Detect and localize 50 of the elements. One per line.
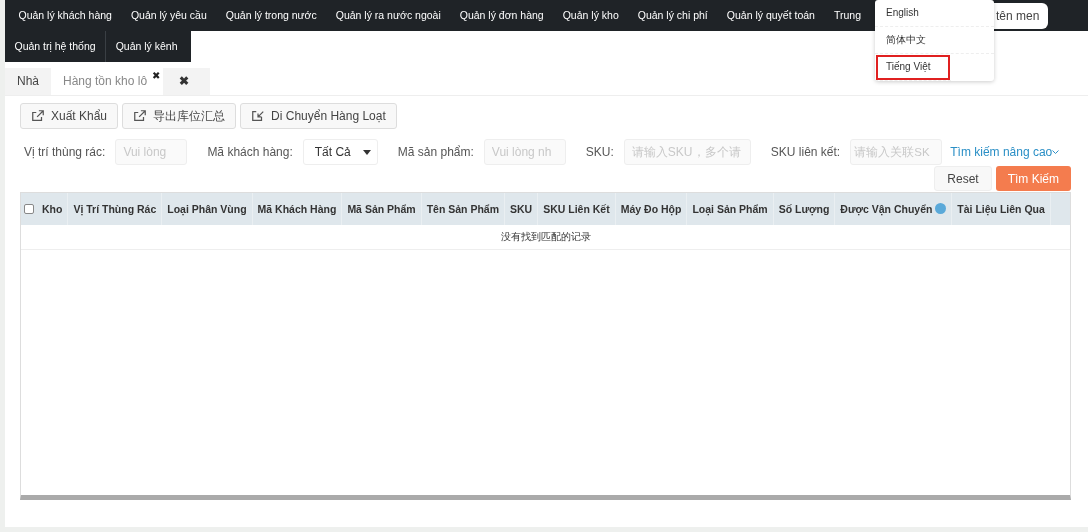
header-label: Được Vận Chuyển <box>840 203 933 215</box>
nav-item[interactable]: Quản lý ra nước ngoài <box>326 0 451 31</box>
nav-item[interactable]: Quản lý khách hàng <box>9 0 122 31</box>
column-header: Mã Khách Hàng <box>252 193 343 225</box>
nav-item[interactable]: Quản lý chi phí <box>628 0 718 31</box>
help-icon[interactable] <box>935 203 947 214</box>
column-header: Tên Sản Phẩm <box>421 193 505 225</box>
filter-label: SKU liên kết: <box>770 144 841 161</box>
column-header: Loại Sản Phẩm <box>687 193 774 225</box>
nav-item[interactable]: Quản lý kênh <box>105 31 187 62</box>
export-icon <box>31 109 45 123</box>
column-header: Tài Liệu Liên Qua <box>952 193 1051 225</box>
nav-item[interactable]: Quản lý đơn hàng <box>450 0 554 31</box>
empty-message: 没有找到匹配的记录 <box>21 225 1070 250</box>
language-option[interactable]: English <box>875 0 994 27</box>
column-header: Loại Phân Vùng <box>162 193 253 225</box>
nav-item[interactable]: Quản trị hệ thống <box>5 31 106 62</box>
caret-icon <box>362 149 371 155</box>
column-header: Mã Sản Phẩm <box>342 193 422 225</box>
filter-label: Mã sản phẩm: <box>397 144 474 161</box>
column-header: SKU <box>505 193 539 225</box>
export-button[interactable]: 导出库位汇总 <box>122 103 237 129</box>
select-all-checkbox[interactable] <box>24 204 34 214</box>
move-button[interactable]: Di Chuyển Hàng Loạt <box>240 103 397 129</box>
tab-label: Hàng tồn kho lô <box>63 74 148 88</box>
filter-label: Mã khách hàng: <box>207 144 293 161</box>
column-header: SKU Liên Kết <box>538 193 616 225</box>
nav-item[interactable]: Quản lý quyết toán <box>717 0 825 31</box>
customer-select[interactable]: Tất Cả <box>302 139 378 165</box>
tab-background[interactable]: Hàng tồn kho lô ✖ <box>51 68 164 95</box>
nav-item[interactable]: Quản lý kho <box>553 0 629 31</box>
export-icon <box>133 109 148 123</box>
reset-button[interactable]: Reset <box>934 166 992 191</box>
column-header: Vị Trí Thùng Rác <box>68 193 163 225</box>
column-header: Máy Đo Hộp <box>615 193 688 225</box>
nav-item[interactable]: Trung <box>824 0 871 31</box>
column-header: Kho <box>37 193 69 225</box>
nav-item[interactable]: Quản lý trong nước <box>216 0 327 31</box>
filter-label: Vị trí thùng rác: <box>24 144 106 161</box>
filter-label: SKU: <box>585 144 614 161</box>
language-option[interactable]: Tiếng Việt <box>875 54 951 81</box>
advanced-search-link[interactable]: Tìm kiếm nâng cao <box>950 143 1053 161</box>
tab[interactable]: Nhà <box>5 68 51 95</box>
column-header: Số Lượng <box>773 193 836 225</box>
language-option[interactable]: 简体中文 <box>875 27 994 54</box>
close-all-tab[interactable]: ✖ <box>163 68 206 95</box>
chevron-icon <box>1052 149 1060 155</box>
nav-item[interactable]: Quản lý yêu cầu <box>121 0 217 31</box>
export-button[interactable]: Xuất Khẩu <box>20 103 119 129</box>
checkbox-arrow-icon <box>251 109 266 123</box>
